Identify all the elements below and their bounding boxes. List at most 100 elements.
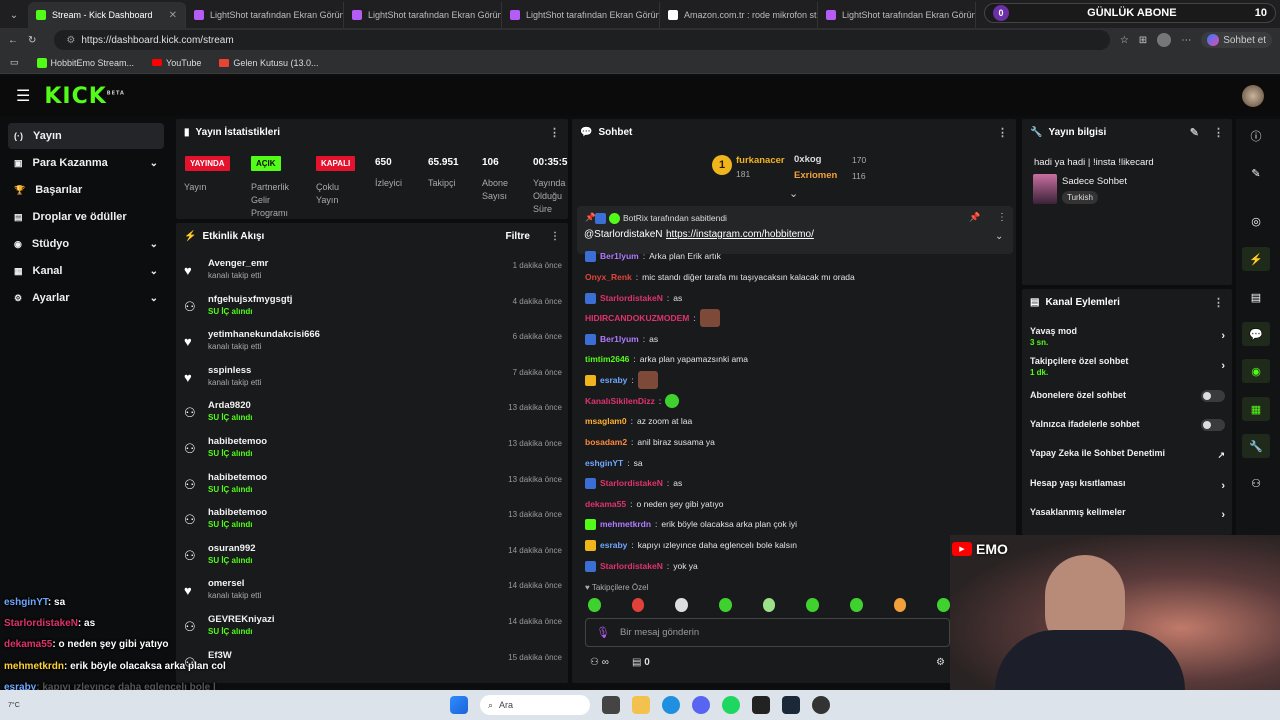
discord-icon[interactable]	[692, 696, 710, 714]
chat-username[interactable]: msaglam0	[585, 416, 627, 426]
emote-icon[interactable]	[675, 598, 689, 612]
bookmark-youtube[interactable]: YouTube	[152, 58, 201, 68]
emote-icon[interactable]	[850, 598, 863, 612]
emote-icon[interactable]	[806, 598, 820, 612]
chevron-right-icon[interactable]: ›	[1221, 509, 1225, 521]
chat-username[interactable]: HIDIRCANDOKUZMODEM	[585, 313, 689, 323]
chat-username[interactable]: esraby	[600, 540, 627, 550]
filter-button[interactable]: Filtre	[506, 231, 530, 242]
feed-menu-icon[interactable]: ⋮	[550, 231, 560, 242]
obs-icon[interactable]	[812, 696, 830, 714]
emote-icon[interactable]	[893, 598, 907, 612]
tools-rail-icon[interactable]: 🔧	[1242, 434, 1270, 458]
top-gifter-3-name[interactable]: Exriomen	[794, 170, 837, 181]
kick-logo[interactable]: KICKBETA	[44, 84, 125, 109]
points-display[interactable]: ▤ 0	[632, 657, 650, 668]
target-rail-icon[interactable]: ◎	[1242, 209, 1270, 233]
chevron-right-icon[interactable]: ›	[1221, 360, 1225, 372]
back-icon[interactable]: ←	[8, 35, 18, 46]
close-tab-icon[interactable]: ✕	[169, 10, 177, 21]
channel-action-7[interactable]: Yasaklanmış kelimeler ›	[1030, 507, 1225, 521]
chat-username[interactable]: bosadam2	[585, 437, 627, 447]
top-gifter-1-name[interactable]: furkanacer	[736, 155, 785, 166]
copilot-chat-button[interactable]: Sohbet et	[1201, 32, 1272, 48]
chat-username[interactable]: Ber1lyum	[600, 251, 639, 261]
reading-icon[interactable]: ▭	[10, 57, 19, 68]
layout-rail-icon[interactable]: ▦	[1242, 397, 1270, 421]
file-explorer-icon[interactable]	[632, 696, 650, 714]
chat-username[interactable]: eshginYT	[585, 458, 623, 468]
users-rail-icon[interactable]: ⚇	[1242, 471, 1270, 495]
browser-tab[interactable]: LightShot tarafından Ekran Görünt✕	[344, 2, 502, 28]
chat-username[interactable]: esraby	[600, 375, 627, 385]
steam-icon[interactable]	[782, 696, 800, 714]
chevron-down-icon[interactable]: ⌄	[150, 158, 158, 169]
emote-icon[interactable]	[631, 598, 645, 612]
chevron-right-icon[interactable]: ›	[1221, 330, 1225, 342]
chevron-down-icon[interactable]: ⌄	[150, 266, 158, 277]
browser-tab[interactable]: LightShot tarafından Ekran Görünt✕	[818, 2, 976, 28]
channel-action-6[interactable]: Hesap yaşı kısıtlaması ›	[1030, 478, 1225, 492]
actions-menu-icon[interactable]: ⋮	[1213, 296, 1224, 309]
url-field[interactable]: ⚙ https://dashboard.kick.com/stream	[54, 30, 1110, 50]
chat-rail-icon[interactable]: 💬	[1242, 322, 1270, 346]
sidebar-item-4[interactable]: ▤ Droplar ve ödüller	[8, 204, 164, 230]
chat-menu-icon[interactable]: ⋮	[997, 126, 1008, 139]
start-icon[interactable]	[450, 696, 468, 714]
pinned-link[interactable]: https://instagram.com/hobbitemo/	[666, 229, 814, 240]
spotify-icon[interactable]	[722, 696, 740, 714]
chat-settings-icon[interactable]: ⚙	[936, 657, 945, 668]
tab-menu-icon[interactable]: ⌄	[0, 2, 28, 28]
collapse-gifters-icon[interactable]: ⌄	[789, 187, 798, 200]
stats-menu-icon[interactable]: ⋮	[549, 126, 560, 139]
chat-username[interactable]: Onyx_Renk	[585, 272, 632, 282]
chat-username[interactable]: KanalıSikilenDizz	[585, 396, 655, 406]
hamburger-menu-icon[interactable]: ☰	[16, 86, 30, 106]
bookmark-kick[interactable]: HobbitEmo Stream...	[36, 57, 134, 68]
extensions-icon[interactable]: ⊞	[1139, 35, 1147, 46]
edit-icon[interactable]: ✎	[1190, 126, 1199, 139]
document-rail-icon[interactable]: ▤	[1242, 285, 1270, 309]
unpin-icon[interactable]: 📌	[969, 212, 980, 223]
top-gifter-2-name[interactable]: 0xkog	[794, 154, 821, 165]
browser-tab[interactable]: LightShot tarafından Ekran Görünt✕	[186, 2, 344, 28]
chat-username[interactable]: StarlordistakeN	[600, 293, 663, 303]
chevron-down-icon[interactable]: ⌄	[150, 293, 158, 304]
more-menu-icon[interactable]: ⋯	[1181, 35, 1191, 46]
profile-avatar[interactable]	[1157, 33, 1172, 47]
site-info-icon[interactable]: ⚙	[66, 35, 75, 46]
emote-icon[interactable]	[719, 598, 732, 612]
chat-username[interactable]: StarlordistakeN	[600, 561, 663, 571]
pinned-menu-icon[interactable]: ⋮	[997, 212, 1007, 223]
terminal-icon[interactable]	[752, 696, 770, 714]
sidebar-item-7[interactable]: ⚙ Ayarlar ⌄	[8, 285, 164, 311]
edge-icon[interactable]	[662, 696, 680, 714]
chat-username[interactable]: mehmetkrdn	[600, 519, 651, 529]
info-rail-icon[interactable]: ⓘ	[1242, 124, 1270, 148]
pencil-rail-icon[interactable]: ✎	[1242, 161, 1270, 185]
chat-username[interactable]: timtim2646	[585, 354, 629, 364]
browser-tab[interactable]: Stream - Kick Dashboard ✕	[28, 2, 186, 28]
infinity-icon[interactable]: ⚇ ∞	[590, 657, 609, 668]
browser-tab[interactable]: LightShot tarafından Ekran Görünt✕	[502, 2, 660, 28]
chevron-right-icon[interactable]: ›	[1221, 480, 1225, 492]
toggle-switch[interactable]	[1201, 390, 1225, 402]
channel-action-2[interactable]: Takipçilere özel sohbet 1 dk. ›	[1030, 356, 1225, 377]
info-menu-icon[interactable]: ⋮	[1213, 126, 1224, 139]
sidebar-item-1[interactable]: (·) Yayın	[8, 123, 164, 149]
sidebar-item-2[interactable]: ▣ Para Kazanma ⌄	[8, 150, 164, 176]
user-avatar[interactable]	[1242, 85, 1264, 107]
emote-icon[interactable]	[937, 598, 951, 612]
sidebar-item-5[interactable]: ◉ Stüdyo ⌄	[8, 231, 164, 257]
sidebar-item-6[interactable]: ▦ Kanal ⌄	[8, 258, 164, 284]
sidebar-item-3[interactable]: 🏆 Başarılar	[8, 177, 164, 203]
taskview-icon[interactable]	[602, 696, 620, 714]
reload-icon[interactable]: ↻	[28, 35, 36, 46]
expand-pinned-icon[interactable]: ⌄	[995, 231, 1003, 242]
star-icon[interactable]: ☆	[1120, 35, 1129, 46]
chat-username[interactable]: dekama55	[585, 499, 626, 509]
chat-input[interactable]: 🎙 Bir mesaj gönderin	[585, 618, 950, 647]
emote-icon[interactable]	[762, 598, 776, 612]
channel-action-3[interactable]: Abonelere özel sohbet	[1030, 390, 1225, 402]
channel-action-4[interactable]: Yalnızca ifadelerle sohbet	[1030, 419, 1225, 431]
